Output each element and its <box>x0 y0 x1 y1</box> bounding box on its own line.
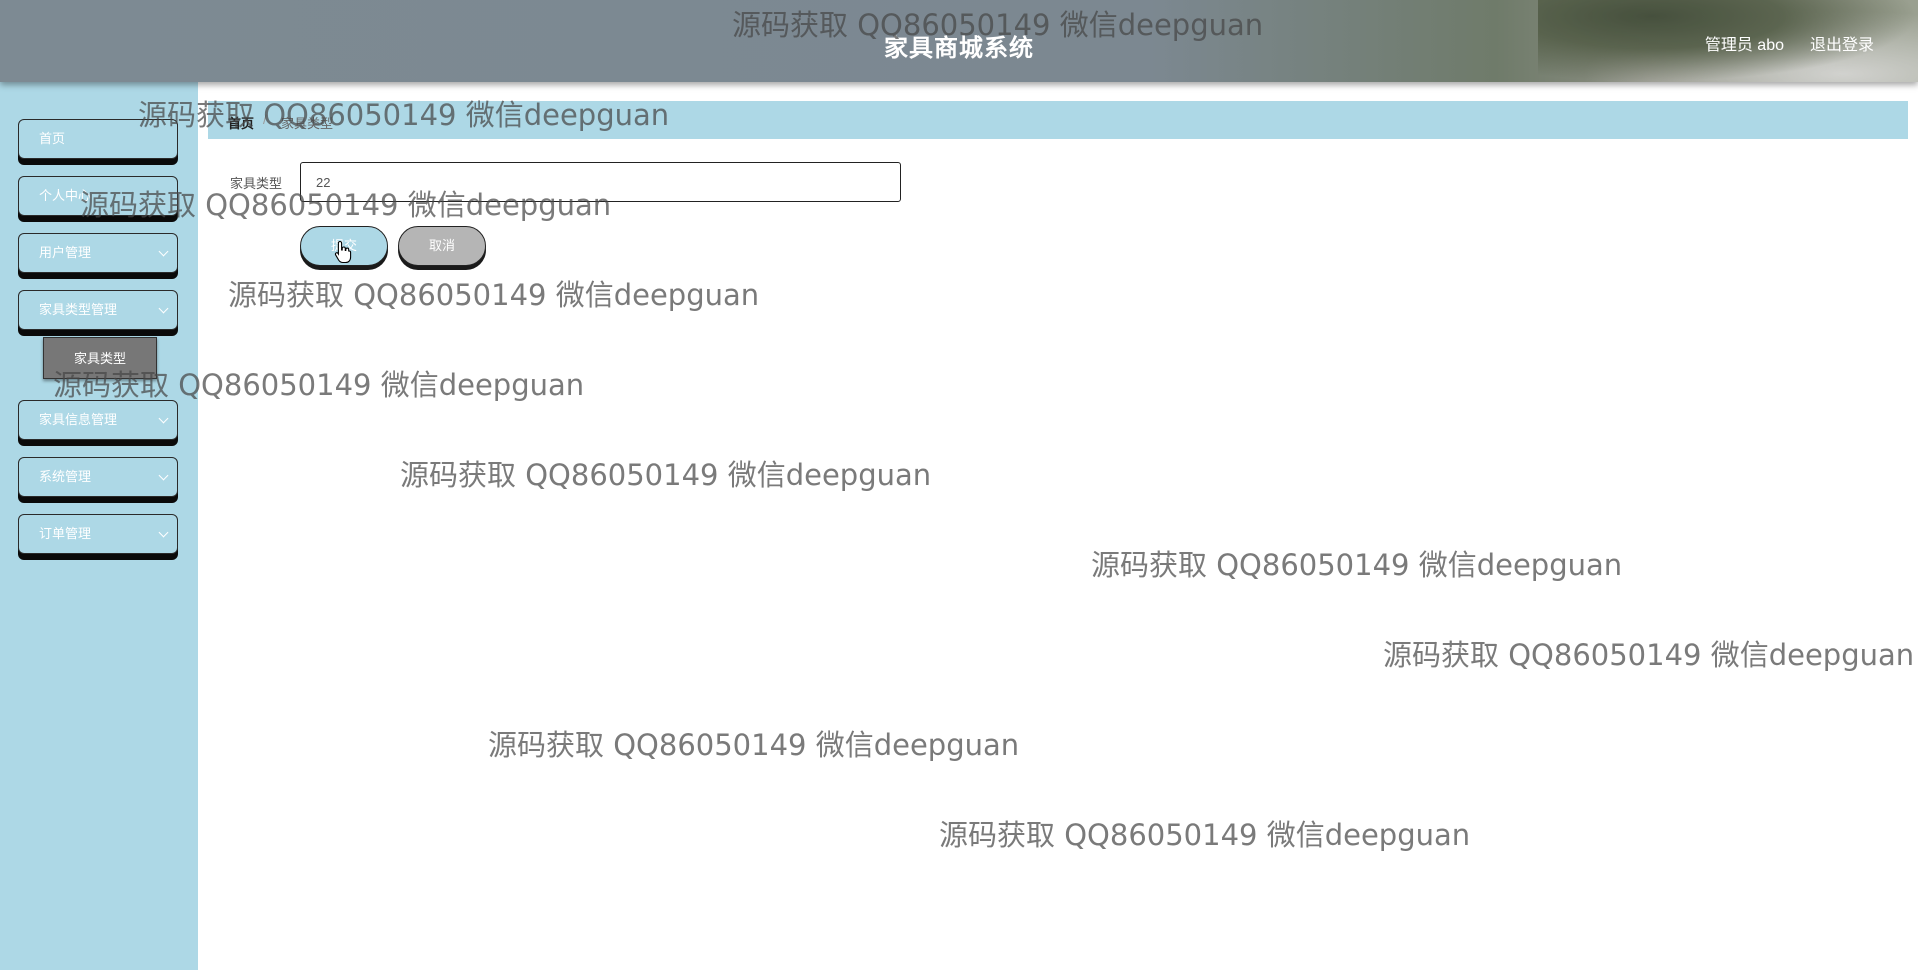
sidebar-item-label: 系统管理 <box>39 469 92 484</box>
sidebar-item-label: 订单管理 <box>39 526 92 541</box>
sidebar: 首页 个人中心 用户管理 家具类型管理 家具类型 家具信息管理 系统管理 订单管… <box>0 82 198 970</box>
cancel-button[interactable]: 取消 <box>398 226 486 266</box>
breadcrumb-home[interactable]: 首页 <box>228 113 254 132</box>
watermark-text: 源码获取 QQ86050149 微信deepguan <box>400 458 932 492</box>
watermark-text: 源码获取 QQ86050149 微信deepguan <box>228 278 760 312</box>
breadcrumb-separator: / <box>263 112 267 127</box>
sidebar-item-label: 首页 <box>39 131 66 146</box>
sidebar-item-system-management[interactable]: 系统管理 <box>18 457 178 497</box>
sidebar-item-user-management[interactable]: 用户管理 <box>18 233 178 273</box>
sidebar-item-personal-center[interactable]: 个人中心 <box>18 176 178 216</box>
sidebar-item-furniture-info-management[interactable]: 家具信息管理 <box>18 400 178 440</box>
watermark-text: 源码获取 QQ86050149 微信deepguan <box>488 728 1020 762</box>
top-header: 家具商城系统 管理员 abo 退出登录 <box>0 0 1918 82</box>
sidebar-item-label: 个人中心 <box>39 188 92 203</box>
chevron-down-icon <box>158 246 169 257</box>
watermark-text: 源码获取 QQ86050149 微信deepguan <box>1383 638 1915 672</box>
sidebar-item-order-management[interactable]: 订单管理 <box>18 514 178 554</box>
current-user-label: 管理员 abo <box>1704 37 1784 54</box>
watermark-text: 源码获取 QQ86050149 微信deepguan <box>1091 548 1623 582</box>
sidebar-item-home[interactable]: 首页 <box>18 119 178 159</box>
sidebar-item-label: 家具类型管理 <box>39 302 118 317</box>
submenu-item-label: 家具类型 <box>73 351 126 366</box>
sidebar-item-label: 家具信息管理 <box>39 412 118 427</box>
breadcrumb: 首页 / 家具类型 <box>208 101 1908 139</box>
furniture-type-label: 家具类型 <box>230 176 283 191</box>
sidebar-item-label: 用户管理 <box>39 245 92 260</box>
chevron-down-icon <box>158 413 169 424</box>
logout-link[interactable]: 退出登录 <box>1810 31 1874 55</box>
app-title: 家具商城系统 <box>884 35 1034 62</box>
chevron-down-icon <box>158 527 169 538</box>
sidebar-item-furniture-type-management[interactable]: 家具类型管理 <box>18 290 178 330</box>
breadcrumb-current: 家具类型 <box>281 116 334 131</box>
hand-cursor-icon <box>334 240 352 264</box>
chevron-down-icon <box>158 470 169 481</box>
watermark-text: 源码获取 QQ86050149 微信deepguan <box>939 818 1471 852</box>
submenu-item-furniture-type[interactable]: 家具类型 <box>43 337 157 379</box>
furniture-type-input[interactable] <box>300 162 901 202</box>
chevron-down-icon <box>158 303 169 314</box>
